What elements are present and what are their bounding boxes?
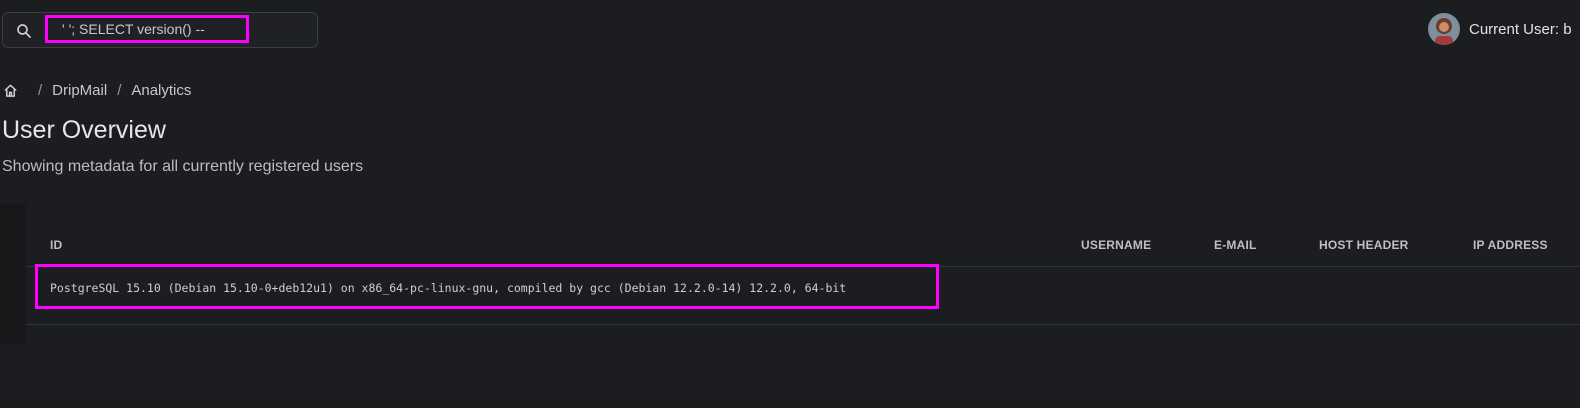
search-bar bbox=[2, 12, 318, 48]
breadcrumb-item-analytics: Analytics bbox=[131, 81, 192, 99]
breadcrumb-item-dripmail[interactable]: DripMail bbox=[52, 82, 107, 99]
breadcrumb: / DripMail / Analytics bbox=[3, 80, 191, 100]
column-header-email[interactable]: E-MAIL bbox=[1214, 238, 1257, 252]
home-icon[interactable] bbox=[3, 83, 18, 98]
page: Current User: b / DripMail / Analytics U… bbox=[0, 0, 1580, 408]
search-icon bbox=[17, 24, 31, 38]
avatar[interactable] bbox=[1428, 13, 1460, 45]
current-user-label: Current User: b bbox=[1469, 20, 1572, 38]
page-title: User Overview bbox=[2, 116, 166, 144]
column-header-username[interactable]: USERNAME bbox=[1081, 238, 1151, 252]
column-header-host-header[interactable]: HOST HEADER bbox=[1319, 238, 1409, 252]
current-user[interactable]: Current User: b bbox=[1428, 12, 1572, 46]
row-divider bbox=[26, 324, 1580, 325]
breadcrumb-separator: / bbox=[38, 81, 43, 99]
page-subtitle: Showing metadata for all currently regis… bbox=[2, 158, 364, 175]
id-cell: PostgreSQL 15.10 (Debian 15.10-0+deb12u1… bbox=[50, 281, 847, 295]
table-row[interactable]: PostgreSQL 15.10 (Debian 15.10-0+deb12u1… bbox=[50, 281, 846, 295]
breadcrumb-separator: / bbox=[117, 81, 122, 99]
column-header-ip-address[interactable]: IP ADDRESS bbox=[1473, 238, 1548, 252]
column-header-id[interactable]: ID bbox=[50, 238, 62, 252]
search-input[interactable] bbox=[45, 15, 249, 43]
